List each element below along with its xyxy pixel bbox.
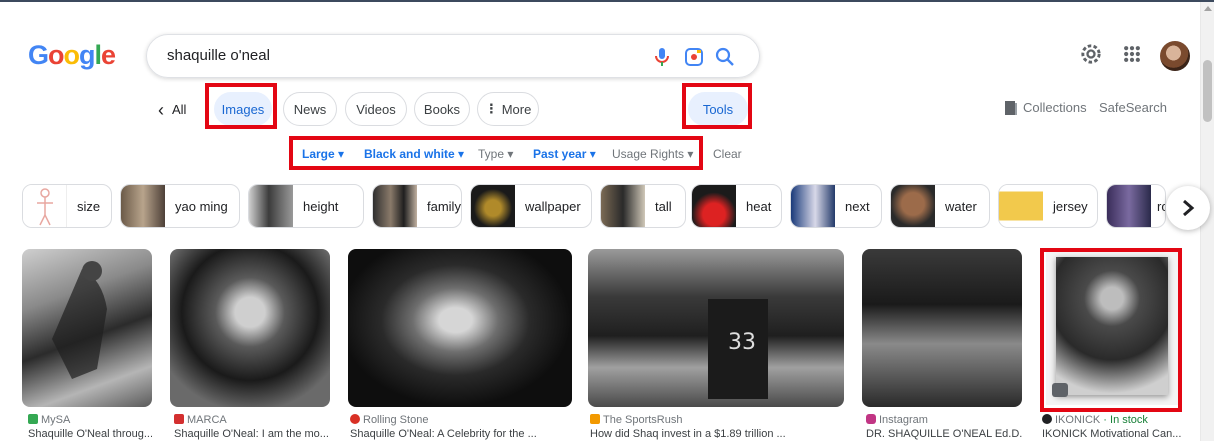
collections-link[interactable]: Collections	[1023, 100, 1087, 115]
result-source-5[interactable]: Instagram	[866, 414, 928, 426]
chip-next[interactable]: next	[790, 184, 882, 228]
result-title-4[interactable]: How did Shaq invest in a $1.89 trillion …	[590, 428, 840, 440]
tab-news[interactable]: News	[283, 92, 337, 126]
chip-thumb	[471, 185, 515, 227]
result-source-6[interactable]: IKONICK · In stock	[1042, 414, 1148, 426]
back-all-link[interactable]: ‹ All	[158, 100, 186, 121]
more-dots-icon: ⋮	[484, 101, 498, 116]
highlight-images-tab	[205, 83, 277, 129]
tab-books[interactable]: Books	[414, 92, 470, 126]
result-source-4[interactable]: The SportsRush	[590, 414, 682, 426]
chip-yao-ming[interactable]: yao ming	[120, 184, 240, 228]
mic-icon[interactable]	[650, 45, 674, 69]
chip-thumb	[1107, 185, 1151, 227]
chip-water[interactable]: water	[890, 184, 990, 228]
chip-ro[interactable]: ro	[1106, 184, 1166, 228]
highlight-filter-bar	[289, 136, 703, 170]
mysa-icon	[28, 414, 38, 424]
result-source-1[interactable]: MySA	[28, 414, 70, 426]
result-title-2[interactable]: Shaquille O'Neal: I am the mo...	[174, 428, 330, 440]
chip-thumb	[23, 185, 67, 227]
chip-height[interactable]: height	[248, 184, 364, 228]
ikonick-icon	[1042, 414, 1052, 424]
chip-thumb	[249, 185, 293, 227]
safesearch-link[interactable]: SafeSearch	[1099, 100, 1167, 115]
search-input[interactable]: shaquille o'neal	[167, 47, 270, 64]
sportsrush-icon	[590, 414, 600, 424]
chip-thumb	[999, 185, 1043, 227]
chip-size[interactable]: size	[22, 184, 112, 228]
result-image-4[interactable]: 33	[588, 249, 844, 407]
search-icon[interactable]	[713, 45, 737, 69]
scroll-up-arrow-icon[interactable]	[1204, 6, 1212, 11]
search-box[interactable]: shaquille o'neal	[146, 34, 760, 78]
result-image-2[interactable]	[170, 249, 330, 407]
collections-icon[interactable]	[1005, 101, 1017, 115]
chip-thumb	[891, 185, 935, 227]
chip-wallpaper[interactable]: wallpaper	[470, 184, 592, 228]
result-image-5[interactable]	[862, 249, 1022, 407]
chips-next-button[interactable]	[1166, 186, 1210, 230]
chip-thumb	[121, 185, 165, 227]
highlight-result-6	[1040, 248, 1182, 412]
tab-videos[interactable]: Videos	[345, 92, 407, 126]
result-image-1[interactable]	[22, 249, 152, 407]
account-avatar[interactable]	[1160, 41, 1190, 71]
chip-thumb	[601, 185, 645, 227]
settings-icon[interactable]	[1077, 40, 1105, 68]
google-logo[interactable]: Google	[28, 40, 116, 71]
in-stock-label: · In stock	[1103, 414, 1148, 426]
result-source-3[interactable]: Rolling Stone	[350, 414, 428, 426]
result-image-3[interactable]	[348, 249, 572, 407]
tab-more[interactable]: ⋮ More	[477, 92, 539, 126]
marca-icon	[174, 414, 184, 424]
apps-grid-icon[interactable]	[1118, 40, 1146, 68]
chip-thumb	[791, 185, 835, 227]
window-top-border	[0, 0, 1214, 2]
rolling-stone-icon	[350, 414, 360, 424]
chevron-right-icon	[1183, 199, 1195, 217]
chip-family[interactable]: family	[372, 184, 462, 228]
chevron-left-icon: ‹	[158, 100, 164, 120]
svg-text:33: 33	[728, 330, 756, 355]
chip-tall[interactable]: tall	[600, 184, 686, 228]
result-title-3[interactable]: Shaquille O'Neal: A Celebrity for the ..…	[350, 428, 570, 440]
highlight-tools-button	[682, 83, 752, 129]
result-title-6[interactable]: IKONICK Motivational Can...	[1042, 428, 1190, 440]
chip-thumb	[692, 185, 736, 227]
result-title-1[interactable]: Shaquille O'Neal throug...	[28, 428, 152, 440]
result-source-2[interactable]: MARCA	[174, 414, 227, 426]
chip-heat[interactable]: heat	[691, 184, 782, 228]
result-title-5[interactable]: DR. SHAQUILLE O'NEAL Ed.D. ...	[866, 428, 1022, 440]
chip-thumb	[373, 185, 417, 227]
lens-icon[interactable]	[682, 45, 706, 69]
instagram-icon	[866, 414, 876, 424]
filter-clear[interactable]: Clear	[713, 147, 742, 161]
scroll-thumb[interactable]	[1203, 60, 1212, 122]
chip-jersey[interactable]: jersey	[998, 184, 1098, 228]
